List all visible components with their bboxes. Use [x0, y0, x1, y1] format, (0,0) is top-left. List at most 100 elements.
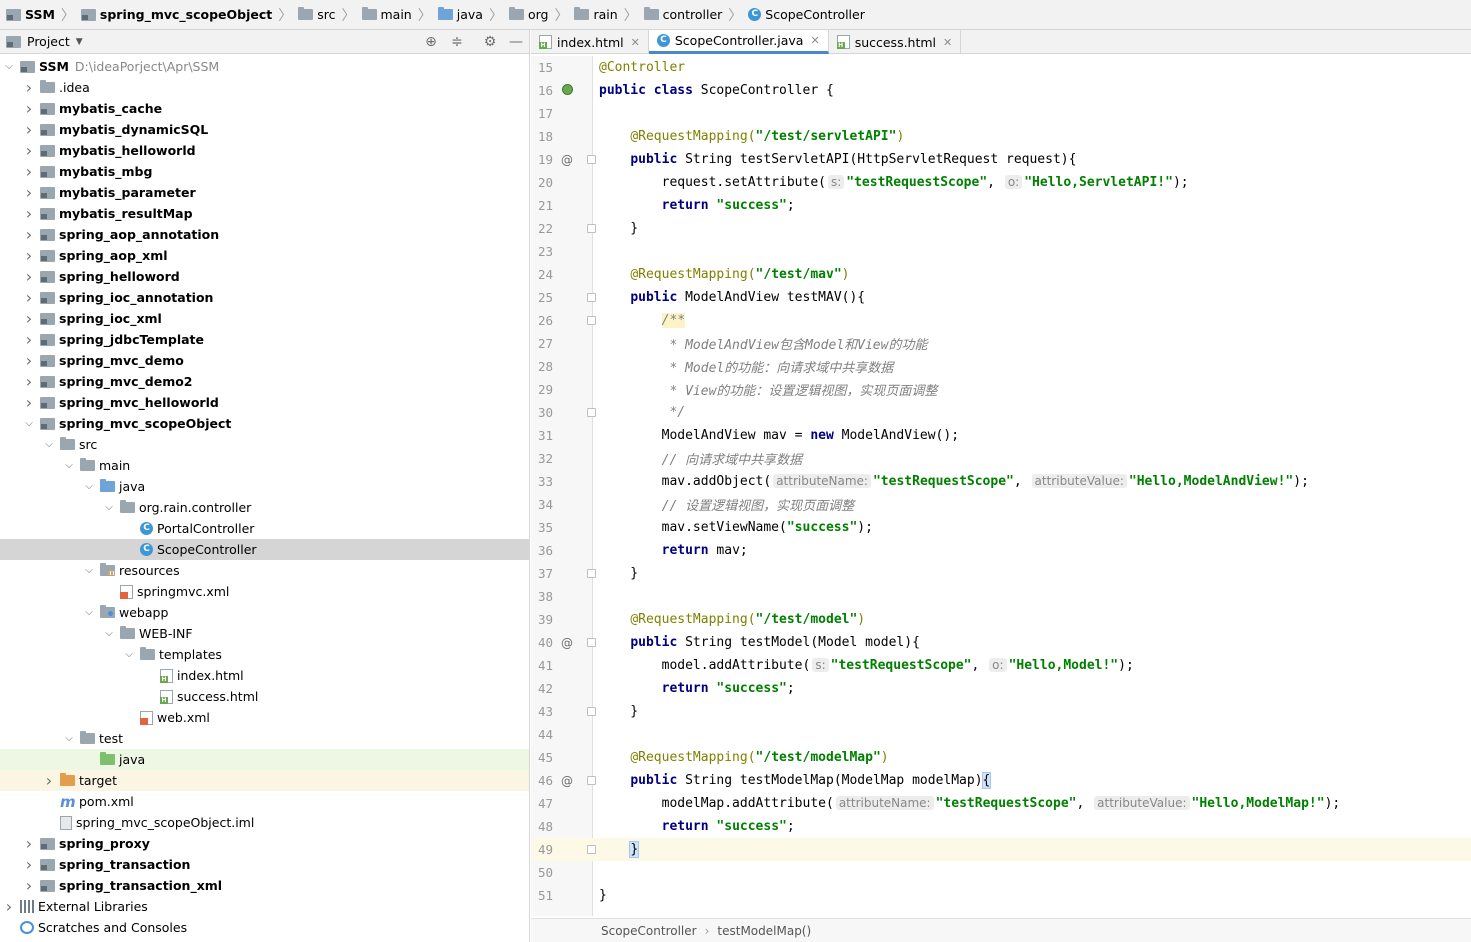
tree-node[interactable]: java — [0, 749, 529, 770]
code-line[interactable]: 40 @ public String testModel(Model model)… — [531, 631, 1471, 654]
tree-node[interactable]: m pom.xml — [0, 791, 529, 812]
code-line[interactable]: 30 */ — [531, 401, 1471, 424]
tree-node[interactable]: › .idea — [0, 77, 529, 98]
code-line[interactable]: 32 // 向请求域中共享数据 — [531, 447, 1471, 470]
override-marker-icon[interactable]: @ — [560, 636, 574, 650]
tree-node[interactable]: success.html — [0, 686, 529, 707]
code-line[interactable]: 34 // 设置逻辑视图，实现页面调整 — [531, 493, 1471, 516]
chevron-down-icon[interactable]: ⌵ — [62, 733, 76, 744]
close-icon[interactable]: ✕ — [631, 36, 640, 49]
code-line[interactable]: 23 — [531, 240, 1471, 263]
code-line[interactable]: 36 return mav; — [531, 539, 1471, 562]
breadcrumb-item[interactable]: src — [296, 0, 341, 29]
code-line[interactable]: 17 — [531, 102, 1471, 125]
tree-node[interactable]: › spring_mvc_helloworld — [0, 392, 529, 413]
tree-node[interactable]: › target — [0, 770, 529, 791]
fold-marker-icon[interactable] — [587, 155, 596, 164]
chevron-down-icon[interactable]: ⌵ — [62, 460, 76, 471]
editor-breadcrumb-item[interactable]: testModelMap() — [717, 924, 811, 938]
tree-node[interactable]: ⌵ test — [0, 728, 529, 749]
code-line[interactable]: 44 — [531, 723, 1471, 746]
chevron-down-icon[interactable]: ⌵ — [102, 628, 116, 639]
code-line[interactable]: 51} — [531, 884, 1471, 907]
code-line[interactable]: 42 return "success"; — [531, 677, 1471, 700]
code-line[interactable]: 47 modelMap.addAttribute(attributeName: "… — [531, 792, 1471, 815]
chevron-right-icon[interactable]: › — [42, 771, 56, 790]
fold-marker-icon[interactable] — [587, 293, 596, 302]
tree-node[interactable]: ⌵ WEB-INF — [0, 623, 529, 644]
chevron-right-icon[interactable]: › — [22, 141, 36, 160]
code-line[interactable]: 18 @RequestMapping("/test/servletAPI") — [531, 125, 1471, 148]
tree-node[interactable]: › spring_ioc_annotation — [0, 287, 529, 308]
tree-node[interactable]: ⌵ main — [0, 455, 529, 476]
fold-marker-icon[interactable] — [587, 224, 596, 233]
close-icon[interactable]: ✕ — [943, 36, 952, 49]
code-line[interactable]: 29 * View的功能：设置逻辑视图，实现页面调整 — [531, 378, 1471, 401]
fold-marker-icon[interactable] — [587, 707, 596, 716]
breadcrumb-item[interactable]: C ScopeController — [746, 0, 871, 29]
tree-node[interactable]: › spring_helloword — [0, 266, 529, 287]
fold-marker-icon[interactable] — [587, 569, 596, 578]
code-line[interactable]: 19 @ public String testServletAPI(HttpSer… — [531, 148, 1471, 171]
chevron-right-icon[interactable]: › — [22, 393, 36, 412]
chevron-right-icon[interactable]: › — [22, 204, 36, 223]
editor-breadcrumb-item[interactable]: ScopeController — [601, 924, 697, 938]
code-line[interactable]: 50 — [531, 861, 1471, 884]
fold-marker-icon[interactable] — [587, 776, 596, 785]
chevron-right-icon[interactable]: › — [22, 162, 36, 181]
code-line[interactable]: 21 return "success"; — [531, 194, 1471, 217]
code-line[interactable]: 26 /** — [531, 309, 1471, 332]
tree-node[interactable]: › External Libraries — [0, 896, 529, 917]
chevron-down-icon[interactable]: ⌵ — [2, 61, 16, 72]
tree-node[interactable]: › mybatis_mbg — [0, 161, 529, 182]
fold-marker-icon[interactable] — [587, 408, 596, 417]
chevron-right-icon[interactable]: › — [22, 288, 36, 307]
editor-tab[interactable]: C ScopeController.java ✕ — [648, 30, 829, 54]
chevron-right-icon[interactable]: › — [22, 351, 36, 370]
tree-node[interactable]: › spring_aop_annotation — [0, 224, 529, 245]
code-line[interactable]: 31 ModelAndView mav = new ModelAndView()… — [531, 424, 1471, 447]
minimize-icon[interactable]: — — [507, 33, 525, 51]
code-line[interactable]: 20 request.setAttribute(s: "testRequestSc… — [531, 171, 1471, 194]
tree-node[interactable]: ⌵ java — [0, 476, 529, 497]
breadcrumb-item[interactable]: org — [507, 0, 555, 29]
breadcrumb-item[interactable]: controller — [642, 0, 729, 29]
tree-node[interactable]: ⌵ webapp — [0, 602, 529, 623]
fold-marker-icon[interactable] — [587, 316, 596, 325]
code-line[interactable]: 37 } — [531, 562, 1471, 585]
tree-node[interactable]: C ScopeController — [0, 539, 529, 560]
tree-node[interactable]: › mybatis_helloworld — [0, 140, 529, 161]
tree-node[interactable]: springmvc.xml — [0, 581, 529, 602]
chevron-right-icon[interactable]: › — [22, 372, 36, 391]
locate-icon[interactable]: ⊕ — [422, 33, 440, 51]
gear-icon[interactable]: ⚙ — [481, 33, 499, 51]
chevron-right-icon[interactable]: › — [22, 99, 36, 118]
tree-node[interactable]: › spring_transaction — [0, 854, 529, 875]
tree-node[interactable]: › mybatis_resultMap — [0, 203, 529, 224]
editor-tab[interactable]: index.html ✕ — [531, 30, 649, 54]
tree-node[interactable]: ⌵ templates — [0, 644, 529, 665]
chevron-right-icon[interactable]: › — [22, 834, 36, 853]
tree-node[interactable]: › mybatis_dynamicSQL — [0, 119, 529, 140]
project-panel-title[interactable]: Project — [27, 34, 70, 49]
tree-node[interactable]: C PortalController — [0, 518, 529, 539]
tree-node[interactable]: › spring_proxy — [0, 833, 529, 854]
tree-node[interactable]: spring_mvc_scopeObject.iml — [0, 812, 529, 833]
override-marker-icon[interactable]: @ — [560, 774, 574, 788]
tree-node[interactable]: › spring_mvc_demo — [0, 350, 529, 371]
chevron-right-icon[interactable]: › — [22, 330, 36, 349]
chevron-right-icon[interactable]: › — [2, 897, 16, 916]
breadcrumb-item[interactable]: main — [360, 0, 418, 29]
chevron-right-icon[interactable]: › — [22, 855, 36, 874]
code-line[interactable]: 41 model.addAttribute(s: "testRequestScop… — [531, 654, 1471, 677]
breadcrumb-item[interactable]: SSM — [4, 0, 61, 29]
chevron-down-icon[interactable]: ⌵ — [82, 481, 96, 492]
tree-node[interactable]: web.xml — [0, 707, 529, 728]
code-line[interactable]: 33 mav.addObject(attributeName: "testRequ… — [531, 470, 1471, 493]
chevron-down-icon[interactable]: ⌵ — [82, 565, 96, 576]
chevron-right-icon[interactable]: › — [22, 120, 36, 139]
tree-node[interactable]: ⌵ src — [0, 434, 529, 455]
tree-node[interactable]: › spring_aop_xml — [0, 245, 529, 266]
breadcrumb-item[interactable]: java — [436, 0, 489, 29]
fold-marker-icon[interactable] — [587, 845, 596, 854]
